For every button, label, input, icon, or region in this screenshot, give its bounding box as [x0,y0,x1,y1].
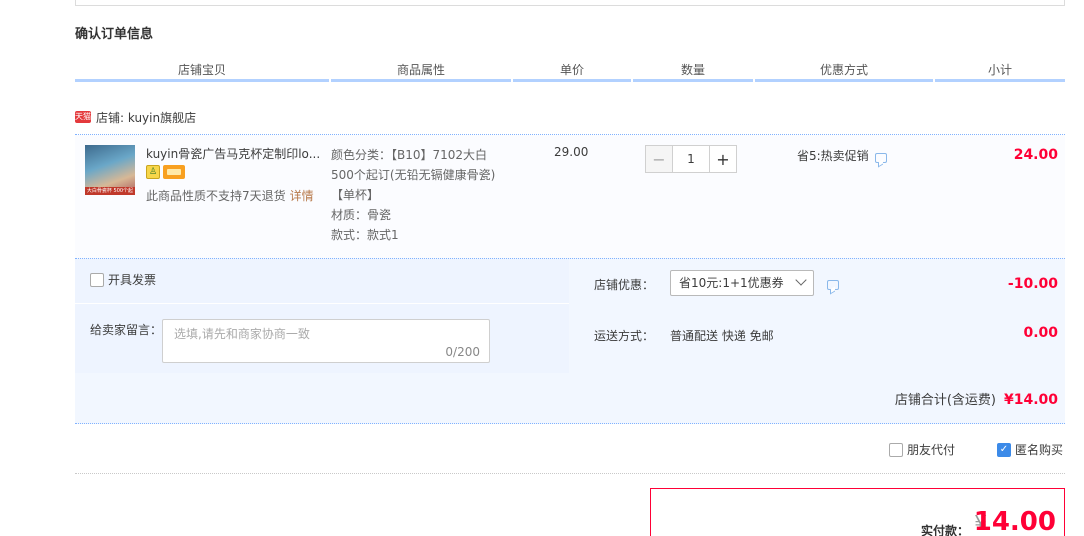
product-attributes: 颜色分类：【B10】7102大白 500个起订(无铅无镉健康骨瓷)【单杯】 材质… [331,145,511,245]
anonymous-checkbox[interactable]: ✓ [997,442,1011,457]
attr-material: 材质：骨瓷 [331,208,392,222]
anonymous-option[interactable]: ✓ 匿名购买 [997,441,1063,458]
seller-message-textarea[interactable]: 选填,请先和商家协商一致 0/200 [162,319,490,363]
shop-name[interactable]: 店铺: kuyin旗舰店 [96,109,196,126]
header-product: 店铺宝贝 [75,60,329,82]
shop-discount-label: 店铺优惠： [594,278,655,292]
chevron-down-icon [795,274,807,286]
bottom-divider [75,473,1065,474]
coupon-selected: 省10元:1+1优惠券 [679,276,784,290]
anonymous-label: 匿名购买 [1015,443,1064,457]
guarantee-icon[interactable]: ♙ [146,165,160,179]
header-discount: 优惠方式 [755,60,933,82]
tmall-icon: 天猫 [75,111,91,123]
friend-pay-label: 朋友代付 [907,443,956,457]
section-title: 确认订单信息 [75,27,154,42]
comment-icon[interactable] [874,152,887,163]
shipping-amount: 0.00 [1023,325,1058,341]
thumbnail-caption: 大白骨瓷杯 500个起订 [85,187,135,202]
header-subtotal: 小计 [935,60,1065,82]
attr-color: 颜色分类：【B10】7102大白 500个起订(无铅无镉健康骨瓷)【单杯】 [331,148,496,202]
quantity-stepper: − 1 + [645,145,737,173]
quantity-input[interactable]: 1 [673,145,709,173]
table-header: 店铺宝贝 商品属性 单价 数量 优惠方式 小计 [75,60,1065,82]
no-return-text: 此商品性质不支持7天退货 [146,189,286,203]
invoice-label: 开具发票 [108,273,157,287]
shop-total: 店铺合计(含运费) ¥14.00 [895,389,1058,408]
attr-style: 款式：款式1 [331,228,399,242]
header-unit-price: 单价 [513,60,631,82]
shop-line: 天猫 店铺: kuyin旗舰店 [75,108,196,126]
invoice-checkbox[interactable] [90,272,104,287]
order-extras-panel: 开具发票 给卖家留言： 选填,请先和商家协商一致 0/200 店铺优惠： 省10… [75,258,1065,424]
message-counter: 0/200 [445,345,480,359]
shop-total-label: 店铺合计(含运费) [894,393,996,408]
header-attributes: 商品属性 [331,60,511,82]
friend-pay-option[interactable]: 朋友代付 [889,441,955,458]
comment-icon[interactable] [827,280,839,290]
payment-amount: 14.00 [973,507,1056,536]
payment-label: 实付款： [920,524,969,536]
friend-pay-checkbox[interactable] [889,442,903,457]
shipping-method: 普通配送 快递 免邮 [670,329,774,343]
product-title-link[interactable]: kuyin骨瓷广告马克杯定制印lo... [146,145,326,162]
shop-total-value: ¥14.00 [1003,392,1058,408]
buyer-options: 开具发票 给卖家留言： 选填,请先和商家协商一致 0/200 [75,259,569,373]
increase-quantity-button[interactable]: + [709,145,737,173]
unit-price: 29.00 [554,145,589,159]
service-icons: ♙ [146,165,185,179]
payment-summary: 实付款： ¥ 14.00 [650,488,1065,536]
message-placeholder: 选填,请先和商家协商一致 [174,327,310,341]
product-thumbnail[interactable]: 大白骨瓷杯 500个起订 [85,145,135,202]
header-quantity: 数量 [633,60,753,82]
promotion: 省5:热卖促销 [797,147,887,164]
promotion-text: 省5:热卖促销 [797,149,869,163]
invoice-option[interactable]: 开具发票 [90,271,156,288]
coupon-select[interactable]: 省10元:1+1优惠券 [670,270,814,296]
discount-amount: -10.00 [1007,276,1058,292]
credit-card-icon[interactable] [163,165,185,179]
no-return-notice: 此商品性质不支持7天退货 详情 [146,187,314,204]
discount-shipping: 店铺优惠： 省10元:1+1优惠券 -10.00 运送方式： 普通配送 快递 免… [569,259,1065,373]
order-item-row: 大白骨瓷杯 500个起订 kuyin骨瓷广告马克杯定制印lo... ♙ 此商品性… [75,135,1065,258]
message-label: 给卖家留言： [90,323,163,337]
shipping-label: 运送方式： [594,329,655,343]
options-divider [75,303,569,304]
decrease-quantity-button[interactable]: − [645,145,673,173]
previous-section-frame [75,0,1065,6]
item-subtotal: 24.00 [1013,147,1058,163]
details-link[interactable]: 详情 [290,189,314,203]
